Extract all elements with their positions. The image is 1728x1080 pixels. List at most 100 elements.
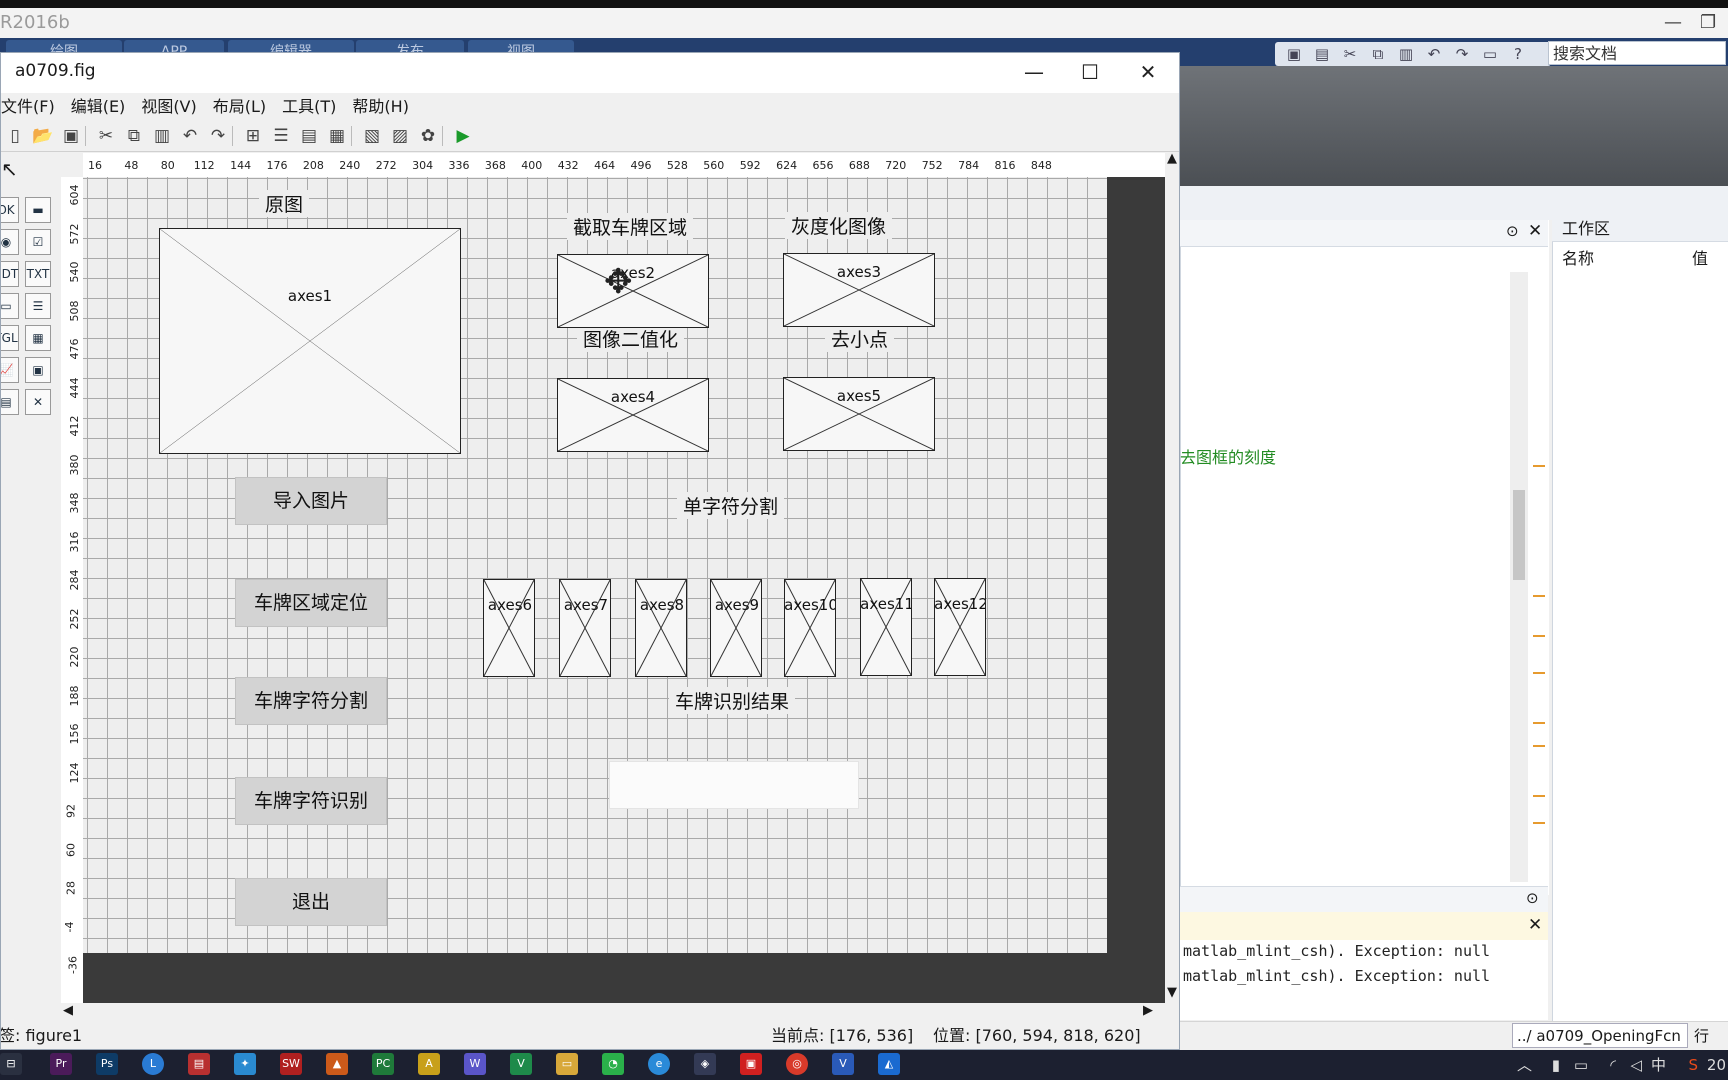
undo-icon[interactable]: ↶ bbox=[1421, 44, 1447, 64]
label-plate-region[interactable]: 截取车牌区域 bbox=[567, 213, 694, 240]
mathworks-icon[interactable]: ◭ bbox=[878, 1053, 900, 1075]
code-analyzer-mark[interactable] bbox=[1533, 822, 1545, 824]
select-arrow-icon[interactable]: ↖ bbox=[1, 157, 18, 181]
menu-file[interactable]: 文件(F) bbox=[1, 93, 63, 121]
axes7[interactable]: axes7 bbox=[559, 579, 611, 677]
code-analyzer-mark[interactable] bbox=[1533, 672, 1545, 674]
property-inspector-icon[interactable]: ▨ bbox=[386, 124, 414, 148]
edit-text-tool-icon[interactable]: EDT bbox=[1, 261, 19, 287]
code-analyzer-mark[interactable] bbox=[1533, 745, 1545, 747]
static-text-tool-icon[interactable]: TXT bbox=[25, 261, 51, 287]
scroll-down-icon[interactable]: ▼ bbox=[1167, 985, 1177, 1000]
solidworks-icon[interactable]: SW bbox=[280, 1053, 302, 1075]
button-group-tool-icon[interactable]: ▤ bbox=[1, 389, 19, 415]
visio-icon[interactable]: V bbox=[832, 1053, 854, 1075]
pdf-icon[interactable]: ▤ bbox=[188, 1053, 210, 1075]
activex-tool-icon[interactable]: ✕ bbox=[25, 389, 51, 415]
app-l-icon[interactable]: L bbox=[142, 1053, 164, 1075]
clock[interactable]: 20 bbox=[1707, 1050, 1726, 1080]
new-icon[interactable]: ▯ bbox=[1, 124, 29, 148]
netease-music-icon[interactable]: ◎ bbox=[786, 1053, 808, 1075]
altium-icon[interactable]: A bbox=[418, 1053, 440, 1075]
label-original[interactable]: 原图 bbox=[259, 190, 310, 217]
axes4[interactable]: axes4 bbox=[557, 378, 709, 452]
axes5[interactable]: axes5 bbox=[783, 377, 935, 451]
axes3[interactable]: axes3 bbox=[783, 253, 935, 327]
premiere-icon[interactable]: Pr bbox=[50, 1053, 72, 1075]
undo-icon[interactable]: ↶ bbox=[176, 124, 204, 148]
command-window[interactable]: matlab_mlint_csh). Exception: null matla… bbox=[1180, 940, 1548, 1020]
maximize-icon[interactable]: ☐ bbox=[1067, 57, 1113, 87]
new-icon[interactable]: ▣ bbox=[1281, 44, 1307, 64]
workspace-pane[interactable] bbox=[1552, 216, 1728, 1021]
minimize-icon[interactable]: — bbox=[1011, 57, 1057, 87]
label-remove-dots[interactable]: 去小点 bbox=[825, 325, 895, 352]
toggle-button-tool-icon[interactable]: TGL bbox=[1, 325, 19, 351]
tab-order-icon[interactable]: ▤ bbox=[295, 124, 323, 148]
save-icon[interactable]: ▣ bbox=[57, 124, 85, 148]
ime-indicator[interactable]: 中 bbox=[1651, 1050, 1666, 1080]
locate-plate-button[interactable]: 车牌区域定位 bbox=[235, 579, 387, 627]
close-icon[interactable]: ✕ bbox=[1528, 221, 1542, 241]
exit-button[interactable]: 退出 bbox=[235, 878, 387, 926]
close-icon[interactable]: ✕ bbox=[1528, 915, 1542, 935]
popup-menu-tool-icon[interactable]: ▭ bbox=[1, 293, 19, 319]
align-objects-icon[interactable]: ⊞ bbox=[239, 124, 267, 148]
task-view-icon[interactable]: ⊟ bbox=[0, 1053, 22, 1075]
checkbox-tool-icon[interactable]: ☑ bbox=[25, 229, 51, 255]
photoshop-icon[interactable]: Ps bbox=[96, 1053, 118, 1075]
dropdown-icon[interactable]: ⊙ bbox=[1506, 222, 1519, 240]
paste-icon[interactable]: ▥ bbox=[1393, 44, 1419, 64]
column-value-header[interactable]: 值 bbox=[1692, 246, 1708, 272]
dropdown-icon[interactable]: ⊙ bbox=[1526, 889, 1539, 907]
scroll-left-icon[interactable]: ◀ bbox=[63, 1003, 73, 1018]
panel-tool-icon[interactable]: ▣ bbox=[25, 357, 51, 383]
code-analyzer-mark[interactable] bbox=[1533, 465, 1545, 467]
radiobutton-tool-icon[interactable]: ◉ bbox=[1, 229, 19, 255]
canvas-vertical-scrollbar[interactable]: ▲ ▼ bbox=[1165, 151, 1179, 1003]
label-char-segment[interactable]: 单字符分割 bbox=[677, 492, 785, 519]
code-analyzer-mark[interactable] bbox=[1533, 635, 1545, 637]
axes-tool-icon[interactable]: 📈 bbox=[1, 357, 19, 383]
result-text-field[interactable] bbox=[609, 761, 859, 809]
paste-icon[interactable]: ▥ bbox=[148, 124, 176, 148]
cut-icon[interactable]: ✂ bbox=[92, 124, 120, 148]
tray-chevron-icon[interactable]: ︿ bbox=[1517, 1050, 1532, 1080]
axes9[interactable]: axes9 bbox=[710, 579, 762, 677]
help-icon[interactable]: ? bbox=[1505, 44, 1531, 64]
axes1[interactable]: axes1 bbox=[159, 228, 461, 454]
save-icon[interactable]: ▤ bbox=[1309, 44, 1335, 64]
slider-tool-icon[interactable]: ▬ bbox=[25, 197, 51, 223]
editor-icon[interactable]: ▧ bbox=[358, 124, 386, 148]
scroll-right-icon[interactable]: ▶ bbox=[1143, 1003, 1153, 1018]
minimize-icon[interactable]: — bbox=[1664, 12, 1682, 33]
menu-view[interactable]: 视图(V) bbox=[133, 93, 204, 121]
recognize-chars-button[interactable]: 车牌字符识别 bbox=[235, 777, 387, 825]
cut-icon[interactable]: ✂ bbox=[1337, 44, 1363, 64]
editor-scroll-thumb[interactable] bbox=[1513, 490, 1525, 580]
axes8[interactable]: axes8 bbox=[635, 579, 687, 677]
code-analyzer-mark[interactable] bbox=[1533, 722, 1545, 724]
copy-icon[interactable]: ⧉ bbox=[120, 124, 148, 148]
code-analyzer-mark[interactable] bbox=[1533, 795, 1545, 797]
label-grayscale[interactable]: 灰度化图像 bbox=[785, 212, 893, 239]
switch-windows-icon[interactable]: ▭ bbox=[1477, 44, 1503, 64]
canvas-horizontal-scrollbar[interactable]: ◀ ▶ bbox=[61, 1003, 1165, 1021]
unity-icon[interactable]: ◈ bbox=[694, 1053, 716, 1075]
v-app-icon[interactable]: V bbox=[510, 1053, 532, 1075]
pushbutton-tool-icon[interactable]: OK bbox=[1, 197, 19, 223]
function-indicator[interactable]: ../ a0709_OpeningFcn bbox=[1512, 1023, 1688, 1048]
object-browser-icon[interactable]: ✿ bbox=[414, 124, 442, 148]
matlab-taskbar-icon[interactable]: ▲ bbox=[326, 1053, 348, 1075]
restore-icon[interactable]: ❐ bbox=[1700, 12, 1716, 33]
axes12[interactable]: axes12 bbox=[934, 578, 986, 676]
edge-icon[interactable]: e bbox=[648, 1053, 670, 1075]
editor-pane[interactable] bbox=[1180, 220, 1549, 895]
close-icon[interactable]: ✕ bbox=[1125, 57, 1171, 87]
import-image-button[interactable]: 导入图片 bbox=[235, 477, 387, 525]
search-documentation-input[interactable]: 搜索文档 bbox=[1548, 41, 1726, 65]
pycharm-icon[interactable]: PC bbox=[372, 1053, 394, 1075]
label-binarize[interactable]: 图像二值化 bbox=[577, 325, 685, 352]
menu-tools[interactable]: 工具(T) bbox=[274, 93, 344, 121]
menu-editor-icon[interactable]: ☰ bbox=[267, 124, 295, 148]
